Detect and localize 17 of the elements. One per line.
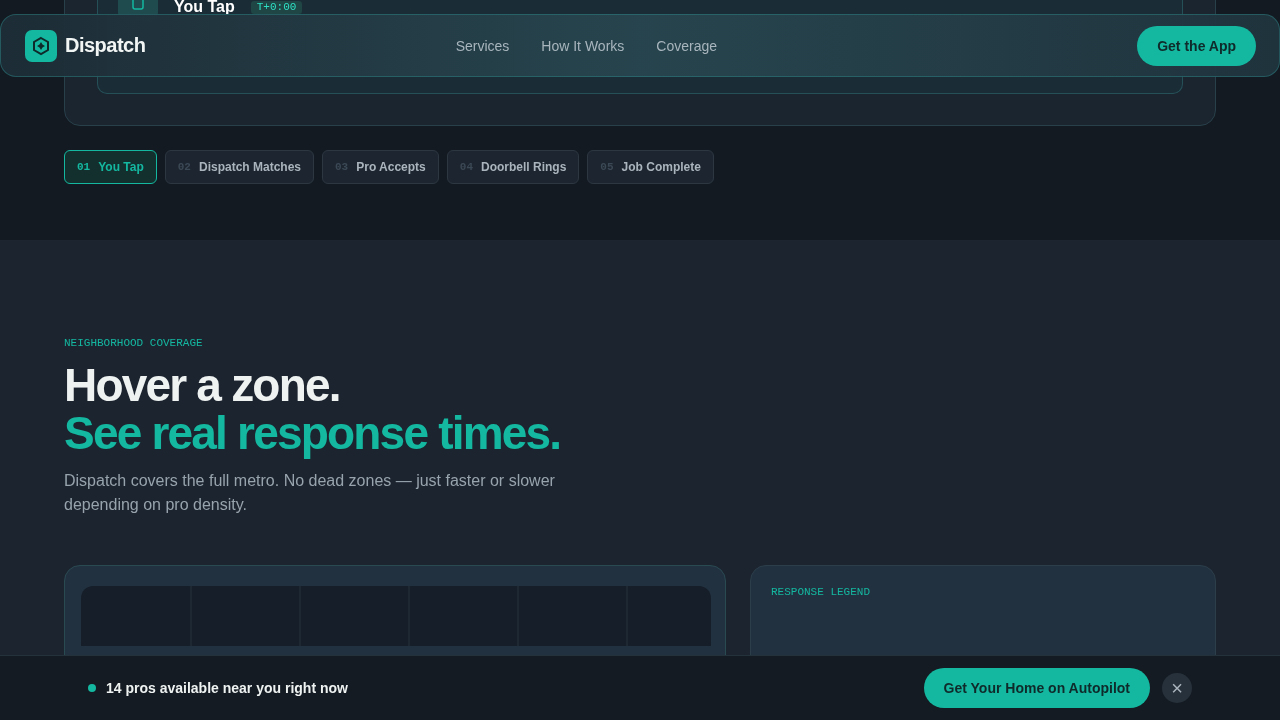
section-description: Dispatch covers the full metro. No dead zones — just faster or slower depending on pro density. [64,471,556,515]
brand-name: Dispatch [65,34,146,57]
nav-link[interactable]: Services [455,37,510,54]
availability-text: 14 pros available near you right now [106,680,349,696]
nav-link[interactable]: Coverage [656,37,717,54]
step-tab[interactable]: 01 You Tap [64,150,157,184]
logo-icon [25,29,57,62]
get-app-button[interactable]: Get the App [1137,25,1256,66]
nav-link[interactable]: How It Works [541,37,625,54]
headline-accent: See real response times. [64,409,562,457]
autopilot-button[interactable]: Get Your Home on Autopilot [923,668,1150,708]
headline: Hover a zone. [64,361,341,409]
section-eyebrow: NEIGHBORHOOD COVERAGE [64,337,204,349]
step-title: You Tap [174,0,235,14]
time-badge: T+0:00 [250,1,303,14]
close-button[interactable]: × [1162,673,1192,703]
legend-title: RESPONSE LEGEND [771,586,872,598]
